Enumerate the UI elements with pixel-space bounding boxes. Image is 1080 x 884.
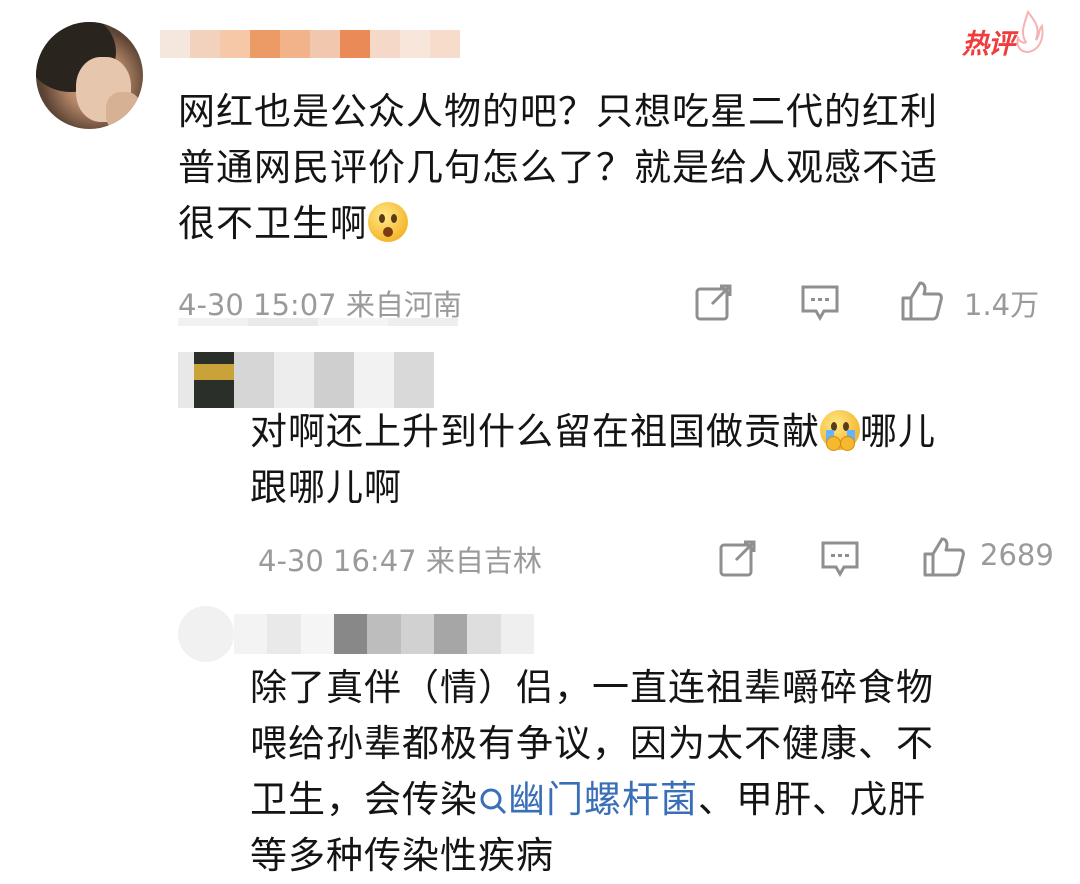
reply-line: 对啊还上升到什么留在祖国做贡献 哪儿 [250, 410, 936, 453]
reply-line: 卫生，会传染 幽门螺杆菌、甲肝、戊肝 [250, 778, 926, 821]
like-count: 1.4万 [964, 288, 1040, 322]
reply-username-blurred[interactable] [234, 614, 534, 654]
hot-comment-badge: 热评 [962, 10, 1044, 62]
forward-icon[interactable] [718, 538, 758, 578]
reply-line: 除了真伴（情）侣，一直连祖辈嚼碎食物 [250, 666, 934, 709]
avatar[interactable] [36, 22, 143, 129]
comment-body: 网红也是公众人物的吧？只想吃星二代的红利 普通网民评价几句怎么了？就是给人观感不… [178, 84, 1038, 252]
reply-username-blurred[interactable] [234, 352, 434, 408]
comment-line: 很不卫生啊 [178, 196, 1038, 252]
comment-icon[interactable] [820, 540, 860, 578]
crying-face-emoji [820, 410, 860, 451]
reply-body: 对啊还上升到什么留在祖国做贡献 哪儿 跟哪儿啊 [250, 404, 1030, 516]
topic-link[interactable]: 幽门螺杆菌 [478, 778, 698, 821]
hot-comment-label: 热评 [962, 29, 1015, 60]
comment-line: 网红也是公众人物的吧？只想吃星二代的红利 [178, 90, 938, 133]
search-icon [480, 788, 507, 815]
reply-avatar-blurred[interactable] [178, 352, 234, 408]
flame-icon [1016, 10, 1044, 54]
reply-avatar-blurred[interactable] [178, 606, 234, 662]
reply-line: 跟哪儿啊 [250, 466, 402, 509]
like-count: 2689 [980, 538, 1054, 572]
comment-line: 普通网民评价几句怎么了？就是给人观感不适 [178, 146, 938, 189]
comment-icon[interactable] [800, 284, 840, 322]
reply-line: 喂给孙辈都极有争议，因为太不健康、不 [250, 722, 934, 765]
reply-line: 等多种传染性疾病 [250, 834, 554, 877]
blurred-divider [178, 318, 458, 326]
like-icon[interactable] [922, 536, 966, 578]
forward-icon[interactable] [694, 282, 734, 322]
thinking-face-emoji [368, 202, 408, 242]
like-icon[interactable] [900, 280, 944, 322]
reply-meta: 4-30 16:47 来自吉林 [258, 544, 542, 578]
reply-body: 除了真伴（情）侣，一直连祖辈嚼碎食物 喂给孙辈都极有争议，因为太不健康、不 卫生… [250, 660, 1050, 884]
username-blurred[interactable] [160, 30, 460, 58]
